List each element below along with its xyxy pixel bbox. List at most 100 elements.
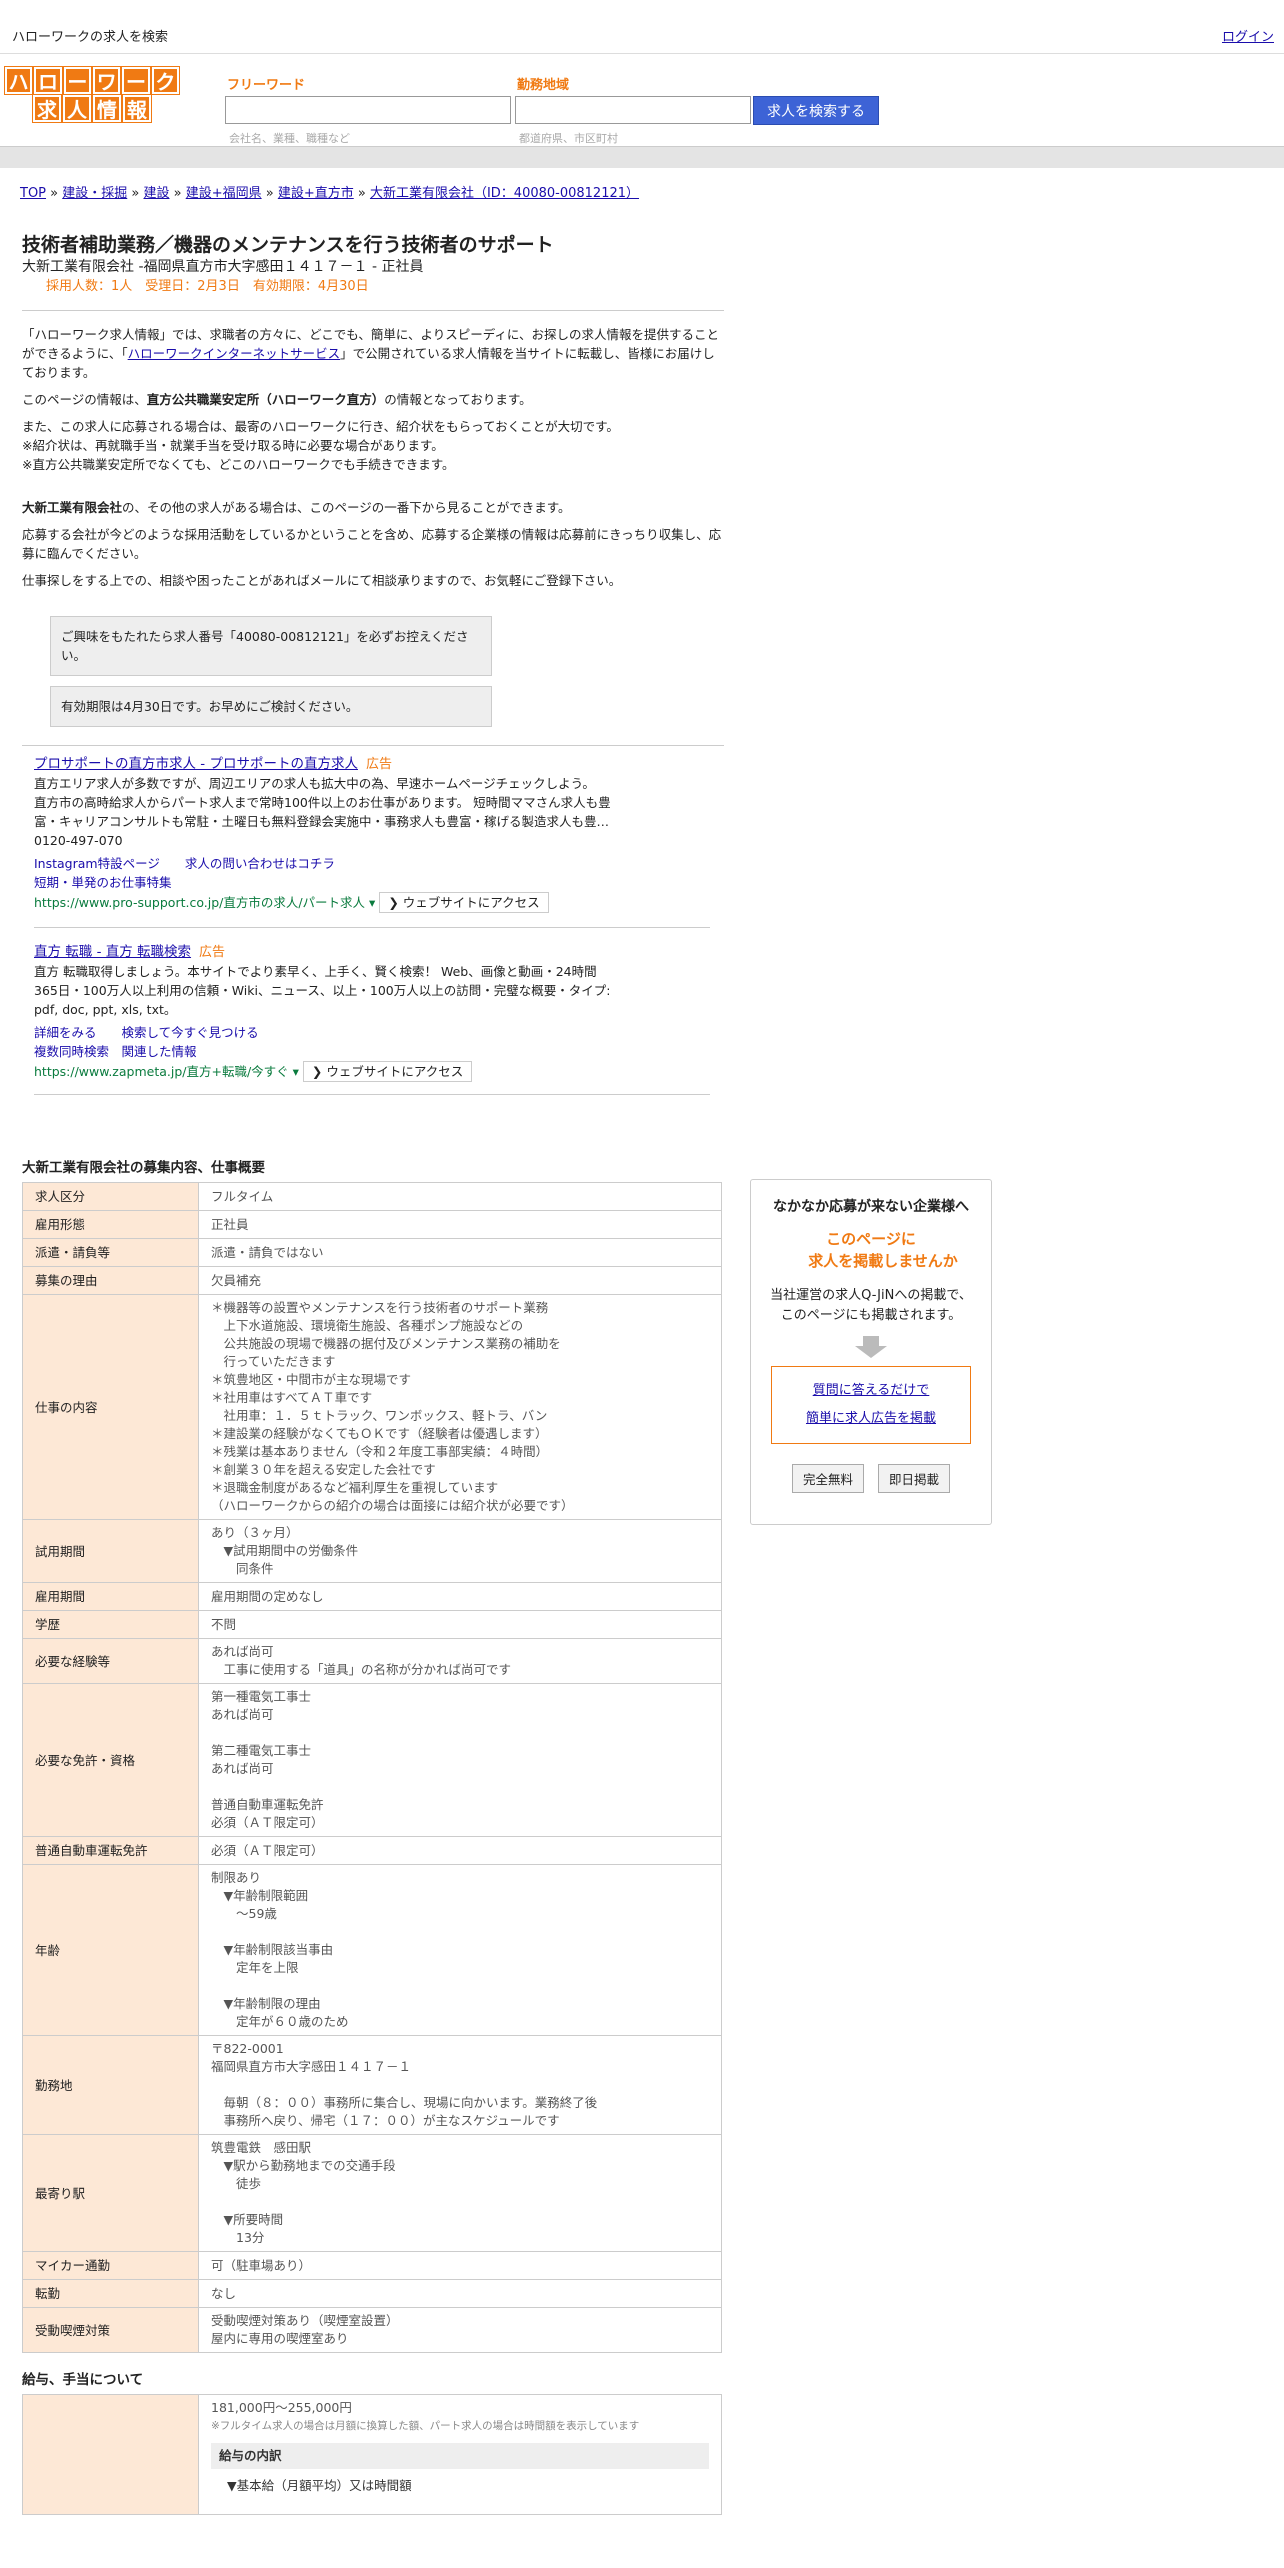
table-row: 雇用期間 雇用期間の定めなし — [22, 1582, 722, 1611]
table-header: 受動喫煙対策 — [22, 2307, 199, 2353]
hellowork-internet-link[interactable]: ハローワークインターネットサービス — [128, 346, 341, 361]
table-row: 派遣・請負等 派遣・請負ではない — [22, 1238, 722, 1267]
ad-title[interactable]: プロサポートの直方市求人 - プロサポートの直方求人 — [34, 756, 358, 772]
ad-title[interactable]: 直方 転職 - 直方 転職検索 — [34, 944, 191, 960]
table-row: 試用期間 あり（３ヶ月） ▼試用期間中の労働条件 同条件 — [22, 1519, 722, 1583]
breadcrumb-sep: » — [353, 186, 370, 201]
table-header: マイカー通勤 — [22, 2251, 199, 2280]
table-header: 雇用形態 — [22, 1210, 199, 1239]
search-button[interactable]: 求人を検索する — [753, 96, 879, 125]
area-input[interactable] — [515, 96, 751, 124]
job-meta: 採用人数：1人 受理日：2月3日 有効期限：4月30日 — [46, 279, 369, 294]
breadcrumb-link[interactable]: 建設+直方市 — [278, 186, 354, 201]
table-cell: 必須（ＡＴ限定可） — [198, 1836, 722, 1865]
login-link[interactable]: ログイン — [1222, 26, 1274, 45]
divider — [22, 310, 724, 311]
table-cell: 〒822-0001 福岡県直方市大字感田１４１７－１ 毎朝（８：００）事務所に集合… — [198, 2035, 722, 2135]
sidebar-promo: なかなか応募が来ない企業様へ このページに 求人を掲載しませんか 当社運営の求人Q… — [750, 1179, 992, 1525]
apply-note-3: ※直方公共職業安定所でなくても、どこのハローワークでも手続きできます。 — [22, 457, 455, 472]
ad-text: 直方市の高時給求人からパート求人まで常時100件以上のお仕事があります。 短時間… — [34, 795, 611, 810]
ad-tag: 広告 — [199, 945, 226, 960]
hellowork-logo[interactable]: ハローワーク 求人情報 — [4, 67, 180, 123]
table-row: 求人区分 フルタイム — [22, 1182, 722, 1211]
table-cell: 第一種電気工事士 あれば尚可 第二種電気工事士 あれば尚可 普通自動車運転免許 必須（… — [198, 1683, 722, 1837]
table-header: 必要な免許・資格 — [22, 1683, 199, 1837]
breadcrumb-link[interactable]: 建設+福岡県 — [186, 186, 262, 201]
breadcrumb-sep: » — [261, 186, 278, 201]
table-cell: 受動喫煙対策あり（喫煙室設置） 屋内に専用の喫煙室あり — [198, 2307, 722, 2353]
freeword-label: フリーワード — [227, 78, 306, 93]
same-day-button[interactable]: 即日掲載 — [878, 1464, 951, 1493]
table-header: 雇用期間 — [22, 1582, 199, 1611]
table-cell: 雇用期間の定めなし — [198, 1582, 722, 1611]
table-cell: あり（３ヶ月） ▼試用期間中の労働条件 同条件 — [198, 1519, 722, 1583]
promo-links: 質問に答えるだけで 簡単に求人広告を掲載 — [771, 1366, 971, 1444]
logo-char: 求 — [33, 95, 61, 122]
breadcrumb-link[interactable]: 建設 — [143, 186, 169, 201]
table-row: 勤務地 〒822-0001 福岡県直方市大字感田１４１７－１ 毎朝（８：００）事務所… — [22, 2035, 722, 2135]
table-cell: あれば尚可 工事に使用する「道具」の名称が分かれば尚可です — [198, 1638, 722, 1684]
ad-tag: 広告 — [365, 757, 392, 772]
table-row: 必要な免許・資格 第一種電気工事士 あれば尚可 第二種電気工事士 あれば尚可 普通自動… — [22, 1683, 722, 1837]
table-header: 転勤 — [22, 2279, 199, 2308]
ad-text: 直方 転職取得しましょう。本サイトでより素早く、上手く、賢く検索！ Web、画像… — [34, 964, 597, 979]
table-row: 普通自動車運転免許 必須（ＡＴ限定可） — [22, 1836, 722, 1865]
table-header: 試用期間 — [22, 1519, 199, 1583]
ad-url[interactable]: https://www.zapmeta.jp/直方+転職/今すぐ ▾ — [34, 1064, 299, 1079]
ad-sitelink[interactable]: 関連した情報 — [122, 1044, 197, 1059]
table-row: 必要な経験等 あれば尚可 工事に使用する「道具」の名称が分かれば尚可です — [22, 1638, 722, 1684]
notice-deadline: 有効期限は4月30日です。お早めにご検討ください。 — [50, 686, 492, 727]
salary-range: 181,000円〜255,000円 — [211, 2400, 352, 2415]
job-details-table: 求人区分 フルタイム 雇用形態 正社員 派遣・請負等 派遣・請負ではない 募集の理由 欠員補充… — [22, 1182, 722, 2353]
top-bar: ハローワークの求人を検索 ログイン — [0, 0, 1284, 54]
job-subtitle: 大新工業有限会社 -福岡県直方市大字感田１４１７－１ - 正社員 — [22, 259, 424, 275]
table-header: 年齢 — [22, 1864, 199, 2036]
ad-url[interactable]: https://www.pro-support.co.jp/直方市の求人/パート… — [34, 895, 375, 910]
table-cell: 可（駐車場あり） — [198, 2251, 722, 2280]
job-title: 技術者補助業務／機器のメンテナンスを行う技術者のサポート — [22, 234, 554, 256]
salary-table: 181,000円〜255,000円 ※フルタイム求人の場合は月額に換算した額、パ… — [22, 2394, 722, 2515]
breadcrumb-link[interactable]: TOP — [20, 186, 46, 201]
breadcrumb-link[interactable]: 建設・採掘 — [62, 186, 127, 201]
ad-sitelink[interactable]: 複数同時検索 — [34, 1044, 109, 1059]
notice-job-number: ご興味をもたれたら求人番号「40080-00812121」を必ずお控えください。 — [50, 616, 492, 676]
ad-sitelink[interactable]: 検索して今すぐ見つける — [122, 1025, 259, 1040]
site-title: ハローワークの求人を検索 — [12, 30, 169, 45]
freeword-input[interactable] — [225, 96, 511, 124]
promo-link-post[interactable]: 簡単に求人広告を掲載 — [806, 1411, 936, 1426]
table-header: 最寄り駅 — [22, 2134, 199, 2252]
promo-link-question[interactable]: 質問に答えるだけで — [813, 1383, 930, 1398]
consult-note: 仕事探しをする上での、相談や困ったことがあればメールにて相談承りますので、お気軽… — [22, 573, 622, 588]
divider — [34, 1094, 710, 1095]
ad-phone[interactable]: 0120-497-070 — [34, 831, 710, 850]
table-header: 必要な経験等 — [22, 1638, 199, 1684]
ad-sitelink[interactable]: 求人の問い合わせはコチラ — [185, 856, 335, 871]
freeword-hint: 会社名、業種、職種など — [229, 132, 350, 145]
logo-char: 人 — [63, 95, 91, 122]
table-header: 求人区分 — [22, 1182, 199, 1211]
visit-website-button[interactable]: ❯ ウェブサイトにアクセス — [379, 892, 549, 913]
table-cell: フルタイム — [198, 1182, 722, 1211]
table-header: 学歴 — [22, 1610, 199, 1639]
logo-char: 報 — [123, 95, 151, 122]
table-cell: 派遣・請負ではない — [198, 1238, 722, 1267]
table-row: 雇用形態 正社員 — [22, 1210, 722, 1239]
breadcrumb-sep: » — [46, 186, 63, 201]
section-title: 大新工業有限会社の募集内容、仕事概要 — [22, 1160, 265, 1176]
free-button[interactable]: 完全無料 — [791, 1464, 864, 1493]
table-cell: ＊機器等の設置やメンテナンスを行う技術者のサポート業務 上下水道施設、環境衛生施… — [198, 1294, 722, 1520]
logo-char: ハ — [5, 67, 33, 94]
table-cell: 欠員補充 — [198, 1266, 722, 1295]
ad-sitelink[interactable]: 詳細をみる — [34, 1025, 97, 1040]
table-header: 仕事の内容 — [22, 1294, 199, 1520]
ad-sitelink[interactable]: Instagram特設ページ — [34, 856, 160, 871]
table-row: 受動喫煙対策 受動喫煙対策あり（喫煙室設置） 屋内に専用の喫煙室あり — [22, 2307, 722, 2353]
table-cell: 制限あり ▼年齢制限範囲 〜59歳 ▼年齢制限該当事由 定年を上限 ▼年齢制限の… — [198, 1864, 722, 2036]
breakdown-title: 給与の内訳 — [211, 2443, 709, 2469]
intro-paragraph: 「ハローワーク求人情報」では、求職者の方々に、どこでも、簡単に、よりスピーディに… — [22, 327, 720, 380]
visit-website-button[interactable]: ❯ ウェブサイトにアクセス — [302, 1061, 473, 1082]
breadcrumb-link[interactable]: 大新工業有限会社（ID：40080-00812121） — [370, 186, 639, 201]
table-row: 年齢 制限あり ▼年齢制限範囲 〜59歳 ▼年齢制限該当事由 定年を上限 ▼年齢制… — [22, 1864, 722, 2036]
table-cell: 筑豊電鉄 感田駅 ▼駅から勤務地までの交通手段 徒歩 ▼所要時間 13分 — [198, 2134, 722, 2252]
ad-sitelink[interactable]: 短期・単発のお仕事特集 — [34, 875, 172, 890]
